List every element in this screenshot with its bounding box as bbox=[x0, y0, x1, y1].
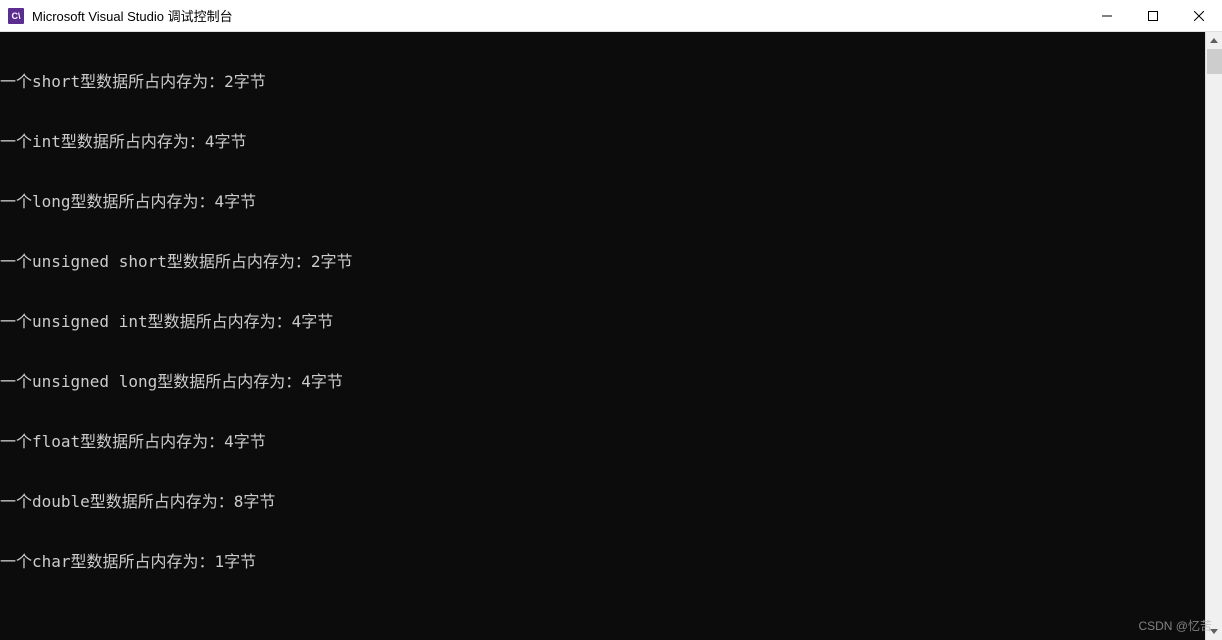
console-line: 一个unsigned int型数据所占内存为：4字节 bbox=[0, 312, 1205, 332]
console-line: 一个long型数据所占内存为：4字节 bbox=[0, 192, 1205, 212]
console-line: 一个unsigned short型数据所占内存为：2字节 bbox=[0, 252, 1205, 272]
console-line: 一个char型数据所占内存为：1字节 bbox=[0, 552, 1205, 572]
console-line: 一个unsigned long型数据所占内存为：4字节 bbox=[0, 372, 1205, 392]
console-area: 一个short型数据所占内存为：2字节 一个int型数据所占内存为：4字节 一个… bbox=[0, 32, 1222, 640]
minimize-button[interactable] bbox=[1084, 0, 1130, 31]
app-icon: C\ bbox=[8, 8, 24, 24]
maximize-button[interactable] bbox=[1130, 0, 1176, 31]
title-bar: C\ Microsoft Visual Studio 调试控制台 bbox=[0, 0, 1222, 32]
console-line: 一个short型数据所占内存为：2字节 bbox=[0, 72, 1205, 92]
scroll-up-button[interactable] bbox=[1206, 32, 1222, 49]
scroll-down-button[interactable] bbox=[1206, 623, 1222, 640]
close-button[interactable] bbox=[1176, 0, 1222, 31]
console-line: 一个float型数据所占内存为：4字节 bbox=[0, 432, 1205, 452]
vertical-scrollbar[interactable] bbox=[1205, 32, 1222, 640]
window-title: Microsoft Visual Studio 调试控制台 bbox=[32, 6, 1084, 25]
console-line: 一个double型数据所占内存为：8字节 bbox=[0, 492, 1205, 512]
console-output[interactable]: 一个short型数据所占内存为：2字节 一个int型数据所占内存为：4字节 一个… bbox=[0, 32, 1205, 640]
console-line: 一个int型数据所占内存为：4字节 bbox=[0, 132, 1205, 152]
scroll-thumb[interactable] bbox=[1207, 49, 1222, 74]
window-controls bbox=[1084, 0, 1222, 31]
